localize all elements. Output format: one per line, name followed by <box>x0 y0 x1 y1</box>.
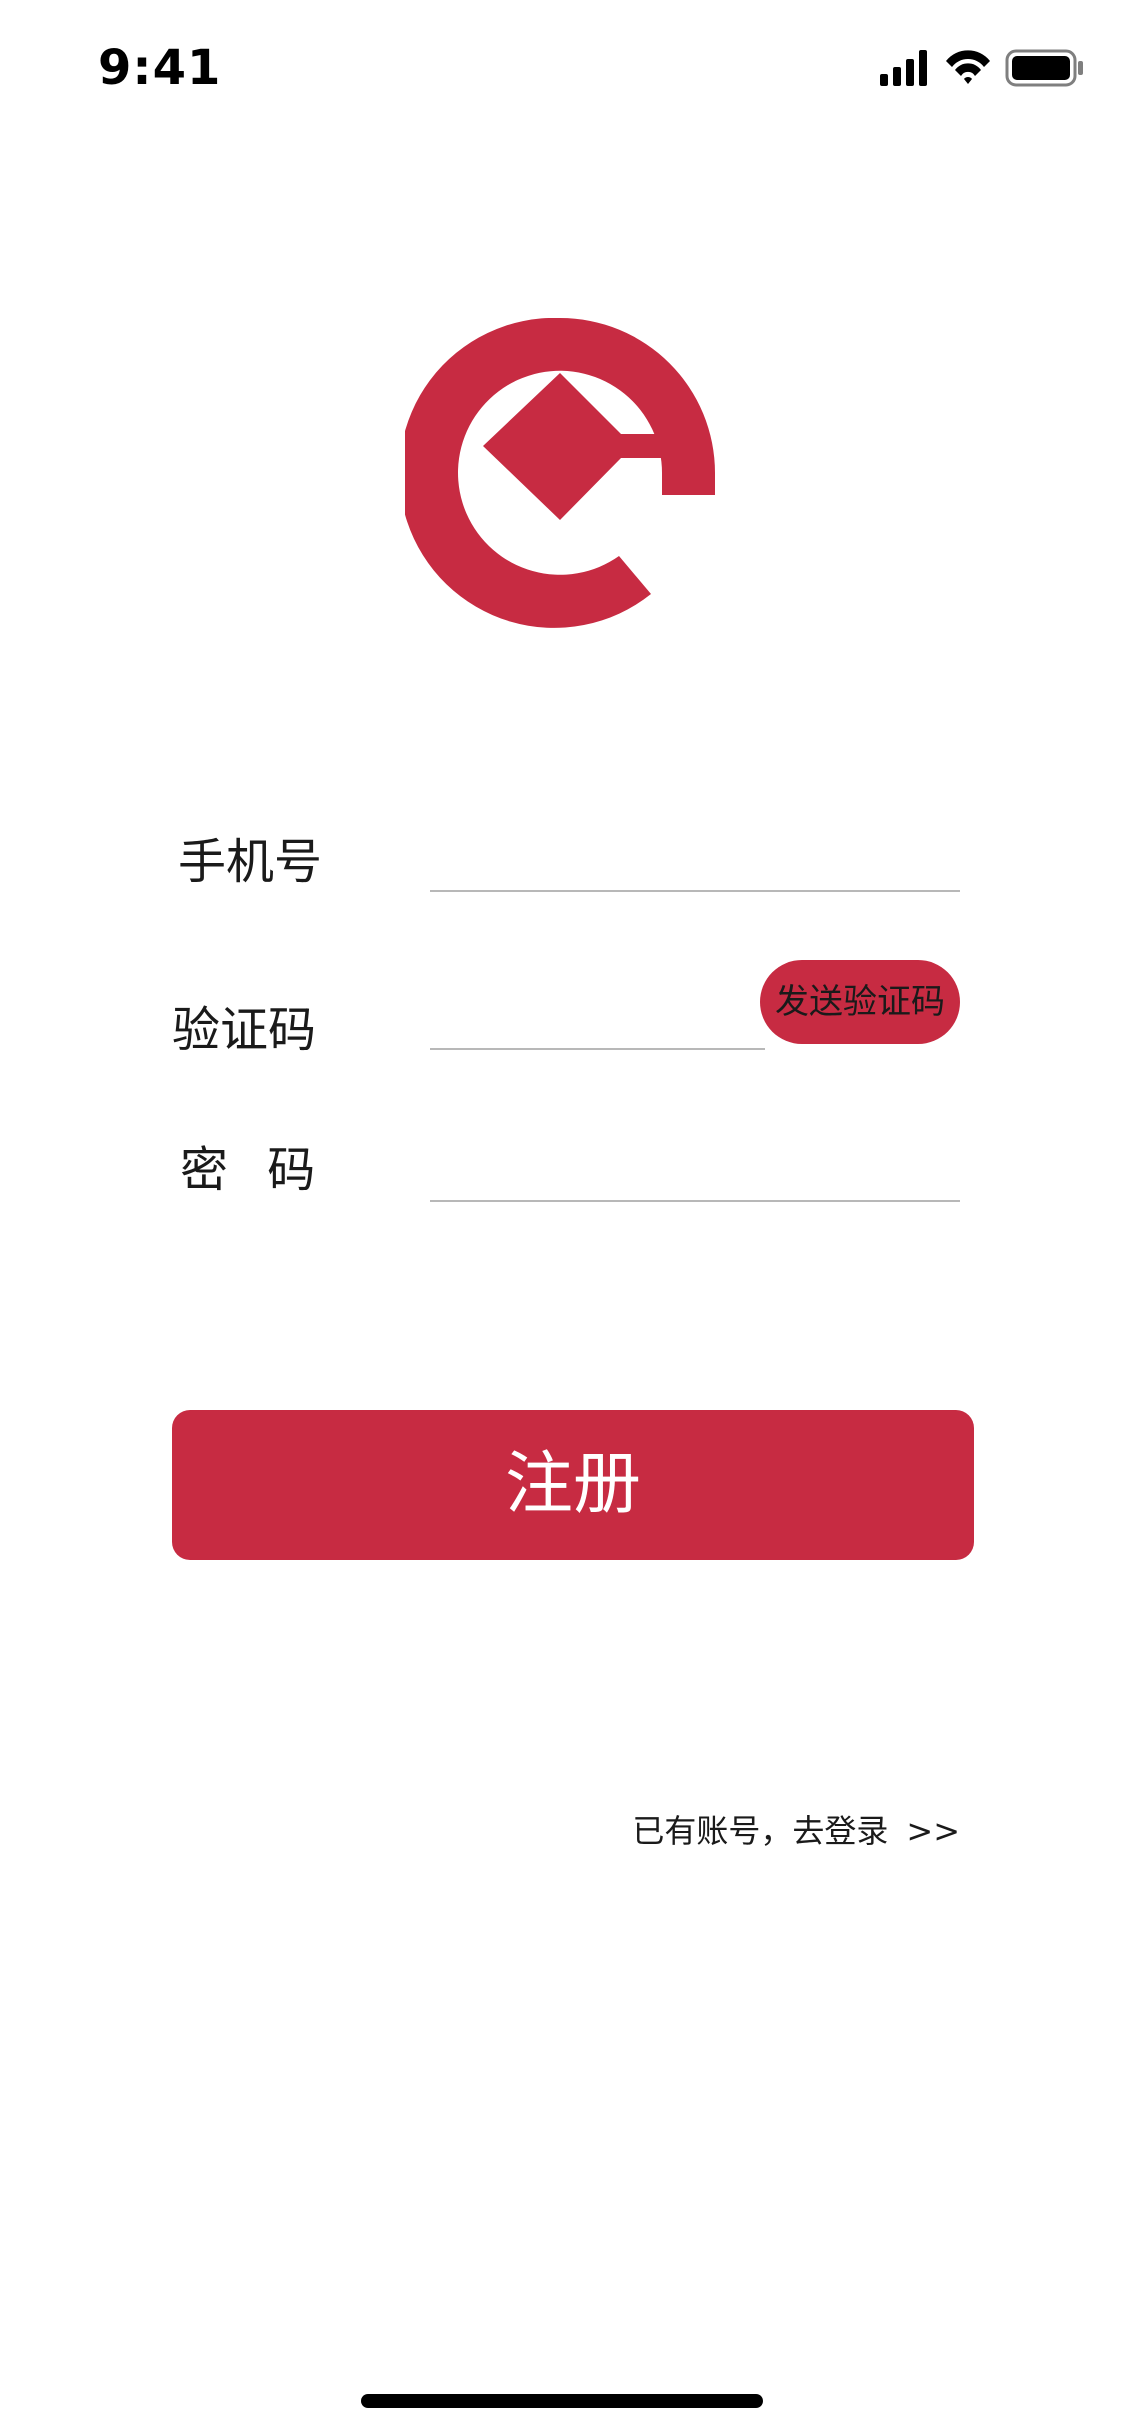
code-label: 验证码 <box>172 1002 317 1058</box>
signal-icon <box>880 50 927 86</box>
register-button[interactable]: 注册 <box>172 1410 974 1560</box>
phone-input[interactable] <box>430 820 960 892</box>
password-label: 密 码 <box>180 1142 316 1198</box>
password-input[interactable] <box>430 1130 960 1202</box>
code-input[interactable] <box>430 980 765 1050</box>
status-time: 9:41 <box>98 40 222 96</box>
password-row: 密 码 <box>0 1130 1125 1210</box>
code-row: 验证码 发送验证码 <box>0 960 1125 1070</box>
phone-row: 手机号 <box>0 820 1125 900</box>
login-link-text: 已有账号，去登录 <box>632 1812 889 1850</box>
status-bar: 9:41 <box>0 0 1125 140</box>
bank-e-logo-icon <box>399 317 715 628</box>
send-code-button[interactable]: 发送验证码 <box>760 960 960 1044</box>
home-indicator[interactable] <box>361 2394 763 2408</box>
status-icons <box>880 48 1090 88</box>
go-to-login-link[interactable]: 已有账号，去登录 >> <box>600 1806 960 1852</box>
battery-icon <box>1005 49 1083 87</box>
login-link-arrow: >> <box>906 1812 960 1850</box>
phone-label: 手机号 <box>178 834 323 890</box>
wifi-icon <box>946 50 990 84</box>
